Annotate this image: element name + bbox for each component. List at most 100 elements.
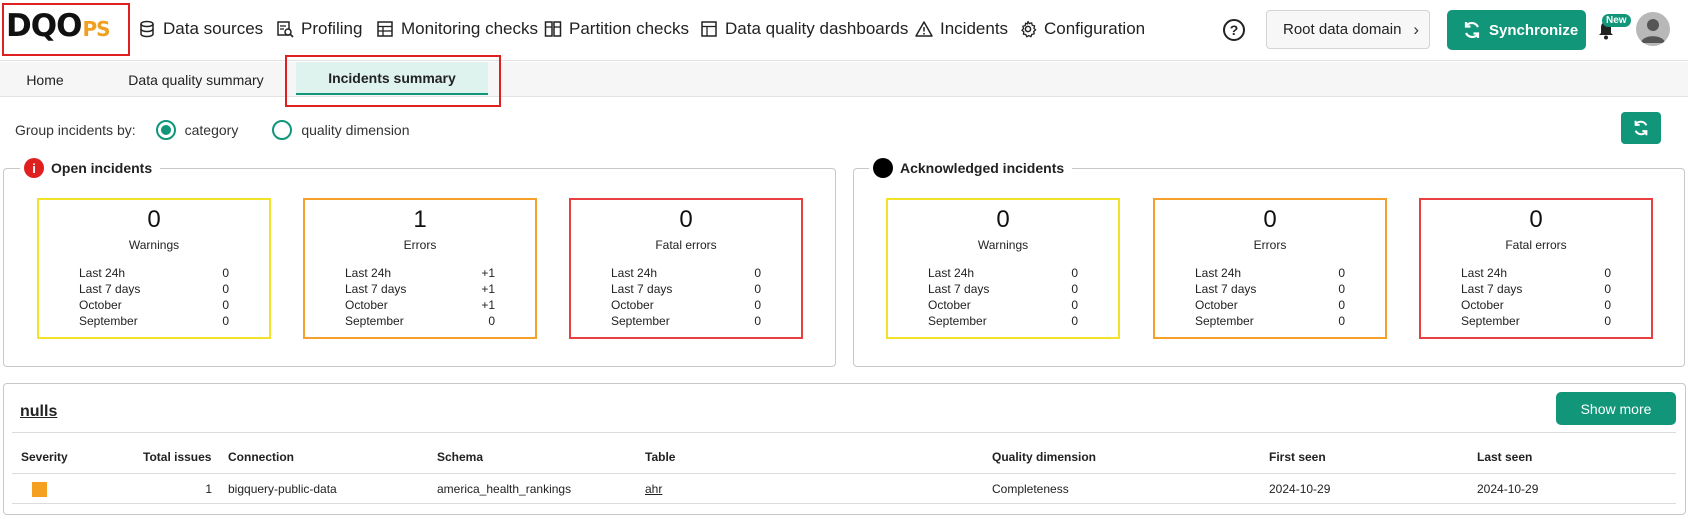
ack-errors-card[interactable]: 0 Errors Last 24h 0 Last 7 days 0 October 0… <box>1153 198 1387 339</box>
logo-main: DQO <box>6 8 82 44</box>
radio-dot <box>160 125 171 135</box>
tab-data-quality-summary[interactable]: Data quality summary <box>112 62 280 97</box>
ack-warnings-card[interactable]: 0 Warnings Last 24h 0 Last 7 days 0 Octobe… <box>886 198 1120 339</box>
panel-title: Open incidents <box>51 160 153 176</box>
nav-label: Data sources <box>163 19 264 38</box>
cell-connection: bigquery-public-data <box>228 482 337 496</box>
stat-label: Last 7 days <box>1461 282 1523 296</box>
stat-label: September <box>611 314 670 328</box>
open-fatal-errors-card[interactable]: 0 Fatal errors Last 24h 0 Last 7 days 0 Oc… <box>569 198 803 339</box>
card-count: 0 <box>1263 206 1277 233</box>
stat-row: October 0 <box>611 298 761 312</box>
card-label: Errors <box>1253 238 1287 252</box>
divider <box>12 503 1676 504</box>
stat-row: Last 24h +1 <box>345 266 495 280</box>
avatar[interactable] <box>1636 12 1670 46</box>
profiling-icon <box>277 21 294 38</box>
column-header-schema[interactable]: Schema <box>437 450 483 464</box>
nav-item-data-quality-dashboards[interactable]: Data quality dashboards <box>700 0 908 58</box>
database-icon <box>140 20 154 38</box>
nav-label: Partition checks <box>569 19 689 38</box>
stat-label: October <box>1195 298 1238 312</box>
tab-label: Home <box>26 71 64 88</box>
nav-label: Incidents <box>940 19 1009 38</box>
synchronize-button[interactable]: Synchronize <box>1447 10 1586 50</box>
stat-row: Last 7 days 0 <box>928 282 1078 296</box>
card-label: Warnings <box>977 238 1029 252</box>
stat-value: 0 <box>754 282 761 296</box>
stat-row: October 0 <box>79 298 229 312</box>
stat-label: Last 24h <box>611 266 658 280</box>
stat-row: October 0 <box>1461 298 1611 312</box>
stat-value: 0 <box>222 298 229 312</box>
stat-value: 0 <box>222 314 229 328</box>
chevron-right-icon: › <box>1413 20 1419 39</box>
column-header-last-seen[interactable]: Last seen <box>1477 450 1532 464</box>
card-count: 0 <box>147 206 161 233</box>
card-count: 0 <box>996 206 1010 233</box>
column-header-total-issues[interactable]: Total issues <box>143 450 211 464</box>
nav-label: Data quality dashboards <box>725 19 909 38</box>
radio-category-label[interactable]: category <box>185 122 239 138</box>
app-logo[interactable]: DQOPS <box>6 8 111 44</box>
nulls-category-link[interactable]: nulls <box>20 403 57 421</box>
warning-icon <box>915 21 933 37</box>
stat-label: Last 7 days <box>345 282 407 296</box>
cell-last-seen: 2024-10-29 <box>1477 482 1539 496</box>
stat-label: Last 7 days <box>79 282 141 296</box>
stat-row: Last 24h 0 <box>928 266 1078 280</box>
nav-item-data-sources[interactable]: Data sources <box>138 0 263 58</box>
radio-quality-dimension-label[interactable]: quality dimension <box>301 122 409 138</box>
sync-icon <box>1464 21 1480 39</box>
column-header-severity[interactable]: Severity <box>21 450 68 464</box>
stat-value: 0 <box>754 298 761 312</box>
help-icon[interactable]: ? <box>1223 19 1245 41</box>
refresh-button[interactable] <box>1621 112 1661 144</box>
radio-category[interactable] <box>155 120 176 140</box>
nav-item-incidents[interactable]: Incidents <box>915 0 1008 58</box>
radio-quality-dimension[interactable] <box>272 120 293 140</box>
stat-row: Last 24h 0 <box>79 266 229 280</box>
card-label: Errors <box>403 238 437 252</box>
card-count: 1 <box>413 206 427 233</box>
column-header-first-seen[interactable]: First seen <box>1269 450 1326 464</box>
partition-icon <box>544 21 562 37</box>
open-warnings-card[interactable]: 0 Warnings Last 24h 0 Last 7 days 0 Octobe… <box>37 198 271 339</box>
nav-item-monitoring-checks[interactable]: Monitoring checks <box>376 0 538 58</box>
nav-item-profiling[interactable]: Profiling <box>276 0 362 58</box>
stat-row: October +1 <box>345 298 495 312</box>
cell-schema: america_health_rankings <box>437 482 572 496</box>
stat-value: +1 <box>481 298 495 312</box>
stat-row: Last 7 days 0 <box>79 282 229 296</box>
stat-row: September 0 <box>1195 314 1345 328</box>
cell-table-link[interactable]: ahr <box>645 482 662 496</box>
stat-label: Last 7 days <box>1195 282 1257 296</box>
nav-item-partition-checks[interactable]: Partition checks <box>544 0 689 58</box>
show-more-button[interactable]: Show more <box>1556 392 1676 425</box>
group-by-control: Group incidents by: category quality dim… <box>15 120 410 140</box>
black-circle-icon <box>873 158 893 178</box>
open-incidents-header: i Open incidents <box>20 158 161 178</box>
card-label: Fatal errors <box>1505 238 1567 252</box>
stat-label: October <box>79 298 122 312</box>
stat-row: September 0 <box>345 314 495 328</box>
card-count: 0 <box>679 206 693 233</box>
card-label: Warnings <box>128 238 180 252</box>
panel-title: Acknowledged incidents <box>900 160 1065 176</box>
column-header-quality-dimension[interactable]: Quality dimension <box>992 450 1096 464</box>
stat-value: 0 <box>1071 266 1078 280</box>
ack-fatal-errors-card[interactable]: 0 Fatal errors Last 24h 0 Last 7 days 0 Oc… <box>1419 198 1653 339</box>
column-header-table[interactable]: Table <box>645 450 675 464</box>
nav-item-configuration[interactable]: Configuration <box>1019 0 1145 58</box>
tab-home[interactable]: Home <box>0 62 90 97</box>
severity-error-indicator <box>32 482 47 497</box>
root-data-domain-button[interactable]: Root data domain › <box>1266 10 1430 49</box>
stat-value: 0 <box>1071 298 1078 312</box>
column-header-connection[interactable]: Connection <box>228 450 294 464</box>
refresh-icon <box>1634 120 1648 136</box>
stat-value: +1 <box>481 266 495 280</box>
stat-value: 0 <box>488 314 495 328</box>
open-errors-card[interactable]: 1 Errors Last 24h +1 Last 7 days +1 Octobe… <box>303 198 537 339</box>
user-icon <box>1641 19 1665 43</box>
stat-value: 0 <box>754 314 761 328</box>
